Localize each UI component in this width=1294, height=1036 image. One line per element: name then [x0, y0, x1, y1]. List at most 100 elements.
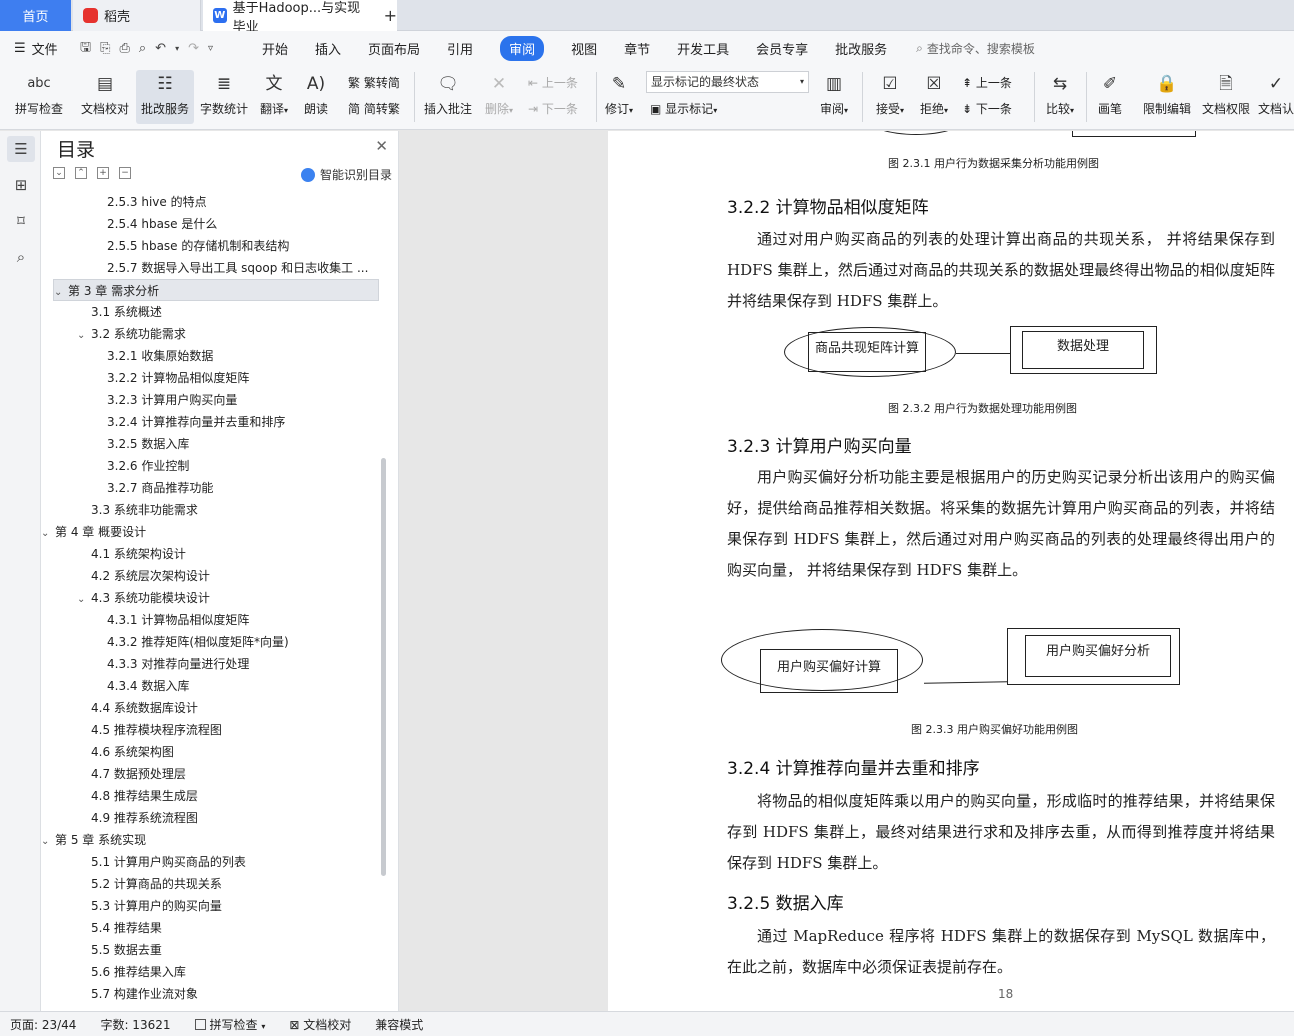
chevron-down-icon[interactable]: ⌄: [77, 325, 91, 345]
outline-panel-icon[interactable]: ⊞: [11, 175, 31, 195]
toc-item[interactable]: 5.5 数据去重: [41, 939, 371, 961]
show-markup-button[interactable]: ▣ 显示标记▾: [650, 100, 717, 117]
delete-comment-button[interactable]: ✕ 删除▾: [480, 70, 518, 124]
chevron-down-icon[interactable]: ⌄: [41, 523, 55, 543]
menu-tab-9[interactable]: 批改服务: [835, 36, 887, 61]
command-search[interactable]: 查找命令、搜索模板: [927, 40, 1035, 57]
markup-display-select[interactable]: 显示标记的最终状态 ▾: [646, 71, 809, 93]
reject-button[interactable]: ☒ 拒绝▾: [914, 70, 954, 124]
menu-tab-1[interactable]: 插入: [315, 36, 341, 61]
doc-permission-button[interactable]: 🗎 文档权限: [1200, 70, 1252, 124]
tab-daoke[interactable]: 稻壳: [73, 0, 201, 31]
toc-item[interactable]: 3.1 系统概述: [41, 301, 371, 323]
toc-item[interactable]: 5.7 构建作业流对象: [41, 983, 371, 1005]
toc-item[interactable]: 4.7 数据预处理层: [41, 763, 371, 785]
insert-comment-button[interactable]: 🗨 插入批注: [420, 70, 476, 124]
toc-item[interactable]: 3.3 系统非功能需求: [41, 499, 371, 521]
new-tab-plus-icon[interactable]: +: [384, 6, 397, 25]
menu-tab-7[interactable]: 开发工具: [677, 36, 729, 61]
toc-item[interactable]: 3.2.6 作业控制: [41, 455, 371, 477]
toc-item[interactable]: 4.3.2 推荐矩阵(相似度矩阵*向量): [41, 631, 371, 653]
chevron-down-icon[interactable]: ⌄: [41, 831, 55, 851]
toc-item[interactable]: 5.3 计算用户的购买向量: [41, 895, 371, 917]
file-menu[interactable]: ☰ 文件: [0, 39, 72, 58]
status-spellcheck[interactable]: 拼写检查 ▾: [194, 1016, 265, 1033]
compare-button[interactable]: ⇆ 比较▾: [1040, 70, 1080, 124]
expand-all-icon[interactable]: +: [97, 167, 109, 179]
revise-button[interactable]: ✎ 修订▾: [600, 70, 638, 124]
search-panel-icon[interactable]: ⌕: [11, 247, 31, 267]
next-comment-button[interactable]: ⇥ 下一条: [528, 100, 578, 117]
toc-item[interactable]: 3.2.7 商品推荐功能: [41, 477, 371, 499]
toc-item[interactable]: 4.5 推荐模块程序流程图: [41, 719, 371, 741]
bookmark-icon[interactable]: ⌑: [11, 211, 31, 231]
page-indicator[interactable]: 页面: 23/44: [10, 1016, 76, 1033]
spellcheck-button[interactable]: abc 拼写检查: [8, 70, 70, 124]
print-preview-icon[interactable]: ⌕: [139, 41, 146, 56]
menu-tab-4[interactable]: 审阅: [500, 36, 545, 61]
more-dropdown-icon[interactable]: ▿: [208, 43, 213, 54]
read-aloud-button[interactable]: A) 朗读: [298, 70, 334, 124]
trad-to-simp-button[interactable]: 繁 繁转简: [348, 74, 400, 91]
toc-item[interactable]: 5.2 计算商品的共现关系: [41, 873, 371, 895]
toc-item[interactable]: ⌄ 第 5 章 系统实现: [41, 829, 371, 851]
menu-tab-3[interactable]: 引用: [447, 36, 473, 61]
menu-tab-5[interactable]: 视图: [571, 36, 597, 61]
status-proofread[interactable]: ⊠ 文档校对: [289, 1016, 351, 1033]
smart-toc-button[interactable]: 智能识别目录: [300, 166, 392, 183]
menu-tab-6[interactable]: 章节: [624, 36, 650, 61]
toc-item[interactable]: 5.4 推荐结果: [41, 917, 371, 939]
toc-item[interactable]: 3.2.1 收集原始数据: [41, 345, 371, 367]
next-change-button[interactable]: ⇟ 下一条: [962, 100, 1012, 117]
correction-service-button[interactable]: ☷ 批改服务: [136, 70, 194, 124]
tab-home[interactable]: 首页: [0, 0, 71, 31]
print-icon[interactable]: ⎙: [119, 41, 129, 56]
undo-dropdown-icon[interactable]: ▾: [175, 44, 179, 53]
toc-item[interactable]: 4.3.1 计算物品相似度矩阵: [41, 609, 371, 631]
accept-button[interactable]: ☑ 接受▾: [870, 70, 910, 124]
restrict-editing-button[interactable]: 🔒 限制编辑: [1138, 70, 1196, 124]
toc-item[interactable]: 2.5.4 hbase 是什么: [41, 213, 371, 235]
prev-comment-button[interactable]: ⇤ 上一条: [528, 74, 578, 91]
toc-item[interactable]: 3.2.3 计算用户购买向量: [41, 389, 371, 411]
toc-item[interactable]: ⌄ 3.2 系统功能需求: [41, 323, 371, 345]
toc-item[interactable]: 2.5.3 hive 的特点: [41, 191, 371, 213]
chevron-down-icon[interactable]: ⌄: [54, 282, 68, 300]
simp-to-trad-button[interactable]: 简 简转繁: [348, 100, 400, 117]
export-icon[interactable]: ⎘: [100, 41, 110, 56]
toc-item[interactable]: 3.2.2 计算物品相似度矩阵: [41, 367, 371, 389]
toc-scrollbar[interactable]: [381, 458, 386, 876]
tab-document[interactable]: W 基于Hadoop...与实现 毕业 +: [203, 0, 397, 35]
toc-item[interactable]: ⌄ 第 3 章 需求分析: [53, 279, 379, 301]
collapse-all-icon[interactable]: −: [119, 167, 131, 179]
translate-button[interactable]: 文翻译▾: [254, 70, 294, 124]
toc-item[interactable]: 4.8 推荐结果生成层: [41, 785, 371, 807]
toc-item[interactable]: 3.2.5 数据入库: [41, 433, 371, 455]
undo-icon[interactable]: ↶: [155, 41, 166, 56]
toc-item[interactable]: 5.6 推荐结果入库: [41, 961, 371, 983]
toc-item[interactable]: 3.2.4 计算推荐向量并去重和排序: [41, 411, 371, 433]
redo-icon[interactable]: ↷: [188, 41, 199, 56]
doccheck-button[interactable]: ▤ 文档校对: [78, 70, 132, 124]
close-icon[interactable]: ✕: [375, 137, 388, 155]
toc-item[interactable]: 5.1 计算用户购买商品的列表: [41, 851, 371, 873]
toc-item[interactable]: ⌄ 第 4 章 概要设计: [41, 521, 371, 543]
review-pane-button[interactable]: ▥ 审阅▾: [814, 70, 854, 124]
chevron-down-icon[interactable]: ⌄: [77, 589, 91, 609]
toc-item[interactable]: 4.6 系统架构图: [41, 741, 371, 763]
pen-button[interactable]: ✐ 画笔: [1092, 70, 1128, 124]
prev-change-button[interactable]: ⇞ 上一条: [962, 74, 1012, 91]
toc-item[interactable]: 4.4 系统数据库设计: [41, 697, 371, 719]
toc-item[interactable]: 4.2 系统层次架构设计: [41, 565, 371, 587]
toc-panel-icon[interactable]: ☰: [7, 136, 35, 162]
toc-item[interactable]: 2.5.5 hbase 的存储机制和表结构: [41, 235, 371, 257]
save-icon[interactable]: 🖫: [80, 38, 91, 60]
toc-item[interactable]: 4.9 推荐系统流程图: [41, 807, 371, 829]
wordcount-button[interactable]: ≣ 字数统计: [198, 70, 250, 124]
toc-item[interactable]: 4.3.4 数据入库: [41, 675, 371, 697]
toc-item[interactable]: 2.5.7 数据导入导出工具 sqoop 和日志收集工 ...: [41, 257, 371, 279]
menu-tab-0[interactable]: 开始: [262, 36, 288, 61]
expand-down-icon[interactable]: ⌄: [53, 167, 65, 179]
collapse-up-icon[interactable]: ⌃: [75, 167, 87, 179]
word-count[interactable]: 字数: 13621: [100, 1016, 170, 1033]
